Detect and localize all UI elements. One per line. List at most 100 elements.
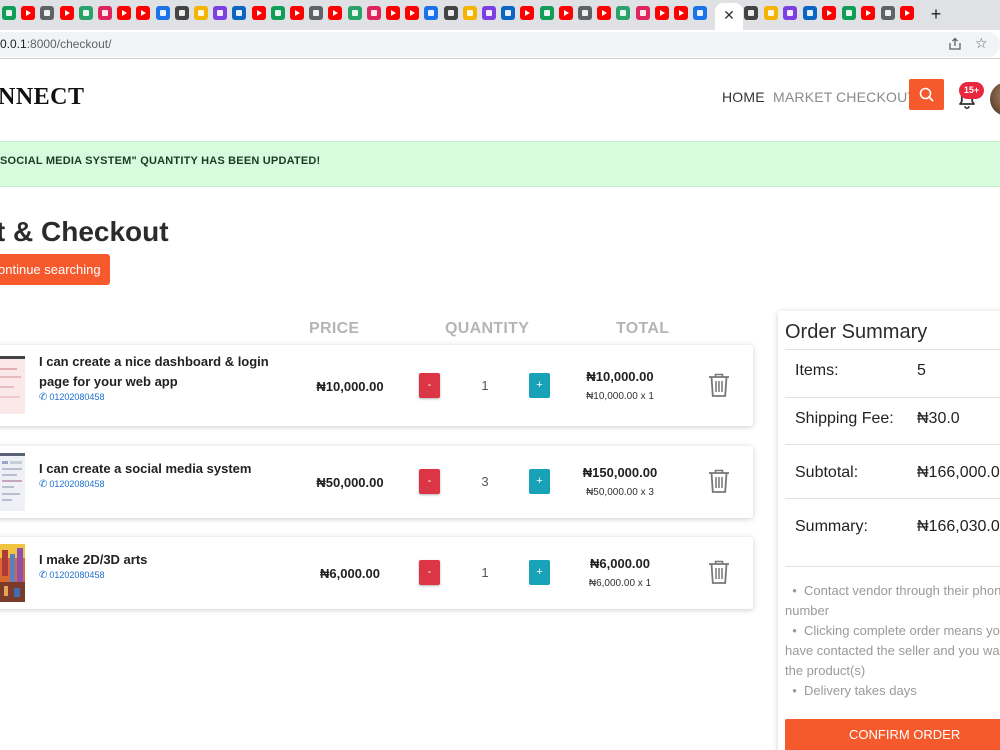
increase-quantity-button[interactable]: + — [529, 560, 550, 585]
url-text[interactable]: 0.0.1:8000/checkout/ — [0, 37, 111, 51]
item-total-breakdown: ₦50,000.00 x 3 — [586, 487, 654, 498]
decrease-quantity-button[interactable]: - — [419, 469, 440, 494]
cart-row: I make 2D/3D arts ✆ 01202080458 ₦6,000.00… — [0, 537, 753, 609]
site-brand-logo[interactable]: NNECT — [0, 84, 85, 111]
item-phone[interactable]: ✆ 01202080458 — [39, 570, 104, 581]
order-summary-panel: Order Summary Items: 5 Shipping Fee: ₦30… — [778, 311, 1000, 750]
browser-tab[interactable] — [764, 6, 778, 20]
trash-icon[interactable] — [707, 468, 731, 494]
browser-tab[interactable] — [424, 6, 438, 20]
order-notes-list: • Contact vendor through their phone numb… — [785, 581, 1000, 701]
item-quantity: 1 — [481, 565, 489, 580]
bullet: • — [792, 683, 797, 698]
nav-market-link[interactable]: MARKET — [773, 89, 833, 105]
address-bar[interactable] — [0, 32, 1000, 57]
browser-tab[interactable] — [881, 6, 895, 20]
browser-tab[interactable] — [290, 6, 304, 20]
browser-tab[interactable] — [861, 6, 875, 20]
browser-tab[interactable] — [578, 6, 592, 20]
browser-tab[interactable] — [444, 6, 458, 20]
trash-icon[interactable] — [707, 372, 731, 398]
confirm-order-button[interactable]: CONFIRM ORDER — [785, 719, 1000, 750]
bookmark-star-icon[interactable]: ☆ — [975, 36, 988, 50]
user-avatar[interactable] — [990, 82, 1000, 116]
divider — [785, 397, 1000, 398]
browser-tab[interactable] — [842, 6, 856, 20]
divider — [785, 444, 1000, 445]
nav-checkout-link[interactable]: CHECKOUT — [836, 89, 916, 105]
browser-tab[interactable] — [117, 6, 131, 20]
browser-tab[interactable] — [822, 6, 836, 20]
browser-tab[interactable] — [636, 6, 650, 20]
increase-quantity-button[interactable]: + — [529, 469, 550, 494]
divider — [785, 566, 1000, 567]
search-button[interactable] — [909, 79, 944, 110]
browser-tab[interactable] — [405, 6, 419, 20]
browser-tab[interactable] — [744, 6, 758, 20]
browser-tab[interactable] — [463, 6, 477, 20]
browser-tab[interactable] — [156, 6, 170, 20]
item-title[interactable]: I make 2D/3D arts — [39, 550, 289, 570]
increase-quantity-button[interactable]: + — [529, 373, 550, 398]
phone-icon: ✆ — [39, 570, 48, 581]
browser-tab[interactable] — [194, 6, 208, 20]
browser-tab[interactable] — [597, 6, 611, 20]
item-title[interactable]: I can create a nice dashboard & login pa… — [39, 352, 289, 392]
browser-tab[interactable] — [60, 6, 74, 20]
browser-tab[interactable] — [271, 6, 285, 20]
close-tab-icon[interactable]: ✕ — [715, 7, 743, 24]
decrease-quantity-button[interactable]: - — [419, 373, 440, 398]
browser-tab[interactable] — [655, 6, 669, 20]
browser-tab[interactable] — [783, 6, 797, 20]
browser-tab[interactable] — [213, 6, 227, 20]
browser-tab[interactable] — [386, 6, 400, 20]
browser-tab[interactable] — [693, 6, 707, 20]
browser-tab[interactable] — [309, 6, 323, 20]
browser-tab[interactable] — [136, 6, 150, 20]
browser-tab[interactable] — [900, 6, 914, 20]
item-phone[interactable]: ✆ 01202080458 — [39, 479, 104, 490]
browser-tab[interactable] — [501, 6, 515, 20]
summary-total-label: Summary: — [795, 518, 868, 535]
cart-row: I can create a nice dashboard & login pa… — [0, 345, 753, 426]
item-title[interactable]: I can create a social media system — [39, 459, 289, 479]
summary-total-value: ₦166,030.00 — [917, 518, 1000, 535]
browser-tab[interactable] — [482, 6, 496, 20]
item-total: ₦150,000.00 — [582, 465, 658, 480]
decrease-quantity-button[interactable]: - — [419, 560, 440, 585]
browser-tab[interactable] — [367, 6, 381, 20]
browser-tab[interactable] — [540, 6, 554, 20]
browser-tab[interactable] — [98, 6, 112, 20]
nav-home-link[interactable]: HOME — [722, 89, 765, 105]
browser-tab[interactable] — [232, 6, 246, 20]
browser-tab[interactable] — [520, 6, 534, 20]
address-bar-area: 0.0.1:8000/checkout/ — [0, 30, 1000, 58]
subtotal-label: Subtotal: — [795, 464, 859, 481]
browser-tab[interactable] — [21, 6, 35, 20]
item-phone-number: 01202080458 — [49, 570, 105, 580]
search-icon — [919, 87, 934, 102]
chrome-divider — [0, 58, 1000, 59]
continue-searching-button[interactable]: ontinue searching — [0, 254, 110, 285]
browser-tab[interactable] — [175, 6, 189, 20]
trash-icon[interactable] — [707, 559, 731, 585]
item-total-breakdown: ₦6,000.00 x 1 — [588, 578, 652, 589]
browser-tab[interactable] — [674, 6, 688, 20]
new-tab-button[interactable]: + — [926, 4, 946, 25]
browser-tab[interactable] — [803, 6, 817, 20]
browser-tab[interactable] — [348, 6, 362, 20]
browser-tab[interactable] — [328, 6, 342, 20]
browser-tab[interactable] — [252, 6, 266, 20]
active-browser-tab[interactable]: ✕ — [715, 3, 743, 30]
product-thumbnail[interactable] — [0, 544, 25, 602]
product-thumbnail[interactable] — [0, 453, 25, 511]
browser-tab[interactable] — [40, 6, 54, 20]
browser-tab[interactable] — [616, 6, 630, 20]
browser-tab[interactable] — [559, 6, 573, 20]
item-phone-number: 01202080458 — [49, 392, 105, 402]
share-icon[interactable] — [948, 37, 962, 51]
browser-tab[interactable] — [79, 6, 93, 20]
product-thumbnail[interactable] — [0, 356, 25, 414]
item-phone[interactable]: ✆ 01202080458 — [39, 392, 104, 403]
browser-tab[interactable] — [2, 6, 16, 20]
